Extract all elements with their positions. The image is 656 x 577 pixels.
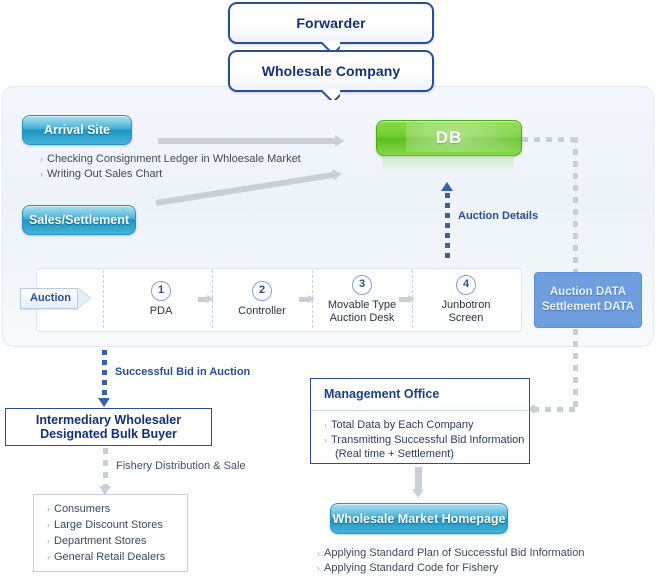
intermediary-wholesaler-box: Intermediary Wholesaler Designated Bulk …	[5, 408, 212, 446]
arrival-site-button[interactable]: Arrival Site	[22, 115, 132, 145]
step-label: PDA	[149, 305, 173, 317]
arrival-site-label: Arrival Site	[43, 123, 110, 137]
auction-settlement-data-box: Auction DATA Settlement DATA	[534, 272, 642, 328]
chevron-right-icon: ›	[47, 552, 50, 562]
sales-settlement-label: Sales/Settlement	[28, 213, 130, 227]
successful-bid-dash-line	[102, 350, 107, 398]
forwarder-label: Forwarder	[296, 15, 366, 31]
arrival-site-bullets: › Checking Consignment Ledger in Whloesal…	[40, 152, 301, 182]
homepage-arrow-head	[412, 489, 424, 498]
step-number: 1	[151, 281, 171, 301]
homepage-label: Wholesale Market Homepage	[332, 511, 506, 526]
chevron-right-icon: ›	[40, 169, 43, 179]
management-office-title: Management Office	[324, 387, 440, 401]
chevron-right-icon: ›	[324, 420, 327, 430]
forwarder-box: Forwarder	[228, 2, 434, 44]
chevron-right-icon: ›	[324, 434, 327, 445]
successful-bid-label: Successful Bid in Auction	[115, 366, 251, 378]
wholesale-company-box: Wholesale Company	[228, 50, 434, 92]
arrow-head-icon	[335, 135, 344, 147]
step-number: 3	[352, 275, 372, 295]
step-divider	[103, 270, 104, 328]
step-label: Junbotron	[441, 299, 491, 311]
diagram-canvas: Forwarder Wholesale Company Arrival Site…	[0, 0, 656, 577]
auction-tag-point	[78, 288, 90, 308]
list-item: › Large Discount Stores	[47, 519, 163, 531]
management-office-divider	[311, 410, 527, 411]
fishery-dash-line	[103, 448, 108, 486]
db-label: DB	[435, 128, 463, 147]
db-to-right-dash	[522, 137, 578, 142]
arrow-head-icon	[331, 167, 343, 181]
list-item: › Applying Standard Code for Fishery	[317, 562, 499, 574]
db-box: DB	[376, 120, 522, 156]
list-item: › Transmitting Successful Bid Information	[324, 433, 525, 446]
auction-details-arrow-head	[441, 182, 453, 191]
intermediary-line-1: Intermediary Wholesaler	[35, 413, 182, 427]
successful-bid-arrow-head	[98, 398, 110, 407]
chevron-right-icon: ›	[47, 504, 50, 514]
sales-settlement-button[interactable]: Sales/Settlement	[22, 205, 136, 235]
auction-details-label: Auction Details	[458, 210, 539, 222]
chevron-right-icon: ›	[47, 520, 50, 530]
list-item: › Applying Standard Plan of Successful Bi…	[317, 547, 585, 559]
step-label-2: Screen	[448, 312, 484, 324]
fishery-distribution-label: Fishery Distribution & Sale	[116, 460, 246, 472]
wholesale-company-label: Wholesale Company	[261, 63, 401, 79]
homepage-bullets: › Applying Standard Plan of Successful Bi…	[317, 546, 584, 576]
list-item: (Real time + Settlement)	[335, 448, 454, 460]
intermediary-line-2: Designated Bulk Buyer	[40, 427, 177, 441]
arrival-to-db-arrow	[158, 135, 344, 147]
list-item: › Consumers	[47, 503, 111, 515]
dash-to-management-office	[533, 407, 575, 412]
wholesale-market-homepage-button[interactable]: Wholesale Market Homepage	[330, 503, 508, 534]
step-label: Controller	[238, 305, 286, 317]
chevron-right-icon: ›	[317, 548, 320, 558]
data-box-line-1: Auction DATA	[549, 286, 627, 298]
auction-details-dash-line	[445, 193, 450, 258]
step-junbotron-screen: 4 Junbotron Screen	[411, 275, 521, 325]
db-reflection	[382, 154, 514, 174]
step-number: 4	[456, 275, 476, 295]
list-item: › General Retail Dealers	[47, 551, 166, 563]
auction-tag: Auction	[20, 288, 78, 309]
auction-tag-label: Auction	[30, 292, 71, 304]
homepage-connector-line	[415, 467, 422, 489]
step-label-2: Auction Desk	[329, 312, 395, 324]
list-item: › Writing Out Sales Chart	[40, 168, 163, 180]
wholesale-company-tail	[322, 89, 340, 100]
consumer-bullets: › Consumers › Large Discount Stores › Depar…	[47, 501, 165, 565]
data-box-line-2: Settlement DATA	[541, 301, 635, 313]
chevron-right-icon: ›	[40, 154, 43, 164]
list-item: › Department Stores	[47, 535, 147, 547]
chevron-right-icon: ›	[317, 563, 320, 573]
management-office-bullets: › Total Data by Each Company › Transmittin…	[324, 418, 524, 462]
step-number: 2	[252, 281, 272, 301]
list-item: › Total Data by Each Company	[324, 419, 474, 431]
chevron-right-icon: ›	[47, 536, 50, 546]
list-item: › Checking Consignment Ledger in Whloesal…	[40, 153, 301, 165]
